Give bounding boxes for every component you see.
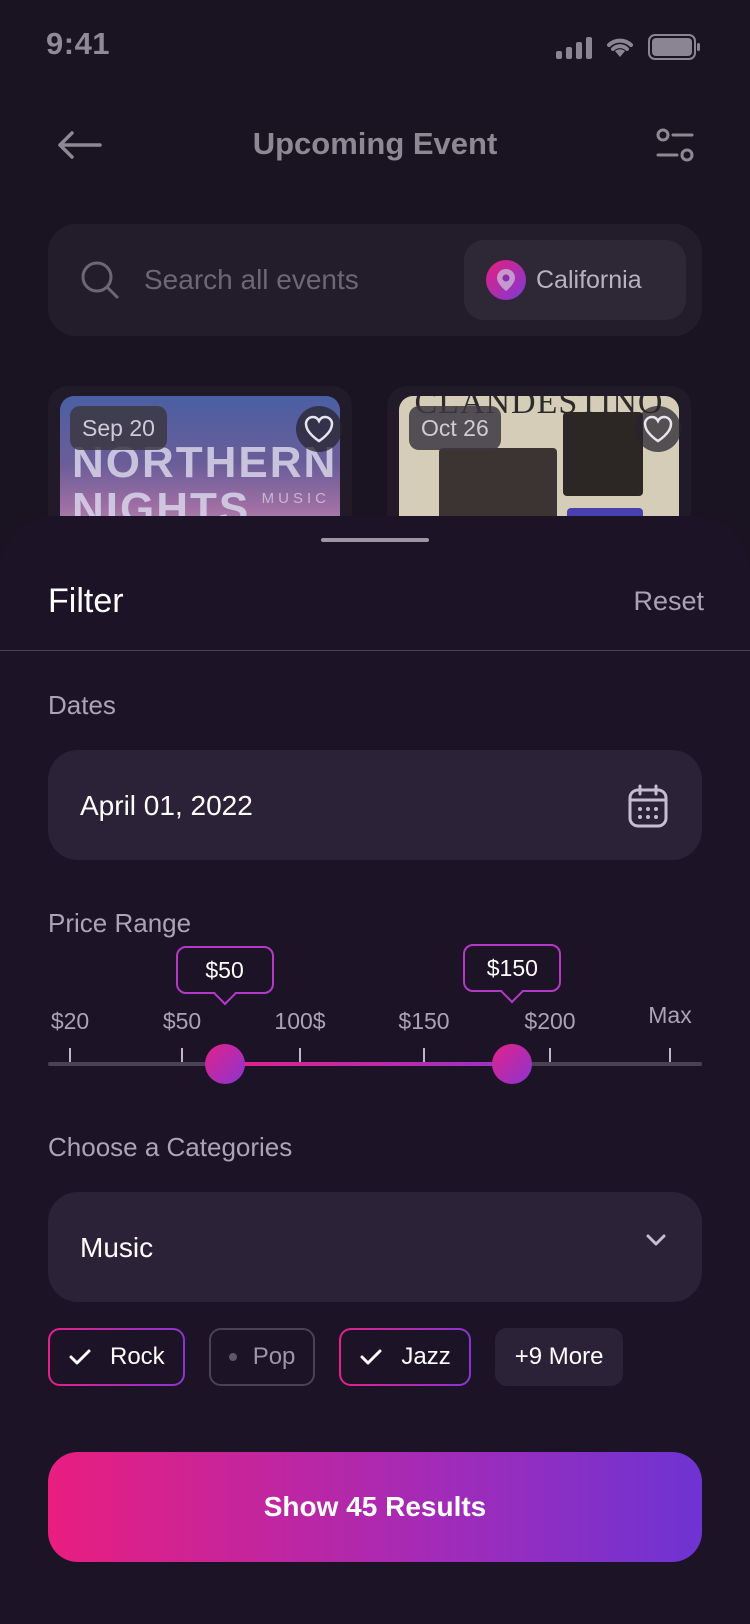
sliders-icon xyxy=(656,128,694,162)
status-bar: 9:41 xyxy=(0,0,750,90)
tick-mark xyxy=(299,1048,301,1062)
tick-mark xyxy=(69,1048,71,1062)
divider xyxy=(0,650,750,651)
heart-icon xyxy=(643,415,673,443)
chevron-down-icon xyxy=(646,1234,666,1246)
chip-jazz[interactable]: Jazz xyxy=(339,1328,470,1386)
show-results-button[interactable]: Show 45 Results xyxy=(48,1452,702,1562)
chip-more[interactable]: +9 More xyxy=(494,1328,624,1386)
filter-settings-button[interactable] xyxy=(650,120,700,170)
wifi-icon xyxy=(607,38,633,57)
tick-label: $150 xyxy=(398,1008,450,1034)
category-value: Music xyxy=(80,1232,154,1263)
chip-pop[interactable]: Pop xyxy=(208,1328,316,1386)
dates-label: Dates xyxy=(48,690,116,720)
chip-label: +9 More xyxy=(514,1343,604,1370)
slider-handle-max[interactable] xyxy=(492,1044,533,1084)
location-pin-icon xyxy=(486,260,526,300)
search-icon xyxy=(81,261,119,299)
location-chip[interactable]: California xyxy=(464,240,686,320)
status-icons xyxy=(556,34,702,60)
reset-button[interactable]: Reset xyxy=(633,586,704,617)
event-date-badge: Sep 20 xyxy=(70,406,167,450)
tick-label: $200 xyxy=(524,1008,576,1034)
date-picker-field[interactable]: April 01, 2022 xyxy=(48,750,702,860)
header: Upcoming Event xyxy=(0,110,750,180)
status-time: 9:41 xyxy=(46,26,111,61)
slider-handle-min[interactable] xyxy=(204,1044,245,1084)
poster-text: MUSIC xyxy=(261,490,330,507)
slider-range-fill xyxy=(224,1062,513,1066)
battery-icon xyxy=(648,34,700,60)
chip-label: Rock xyxy=(110,1343,165,1370)
check-icon xyxy=(69,1349,91,1365)
tick-label: $50 xyxy=(162,1008,202,1034)
cellular-signal-icon xyxy=(556,35,592,59)
high-price-tooltip: $150 xyxy=(463,944,562,992)
search-input[interactable]: Search all events xyxy=(144,264,359,296)
heart-icon xyxy=(304,415,334,443)
page-title: Upcoming Event xyxy=(252,126,498,161)
tick-mark xyxy=(423,1048,425,1062)
tick-label: $20 xyxy=(50,1008,90,1034)
event-date-badge: Oct 26 xyxy=(409,406,501,450)
categories-label: Choose a Categories xyxy=(48,1132,293,1162)
search-bar[interactable]: Search all events California xyxy=(48,224,702,336)
chip-label: Pop xyxy=(252,1343,296,1370)
filter-title: Filter xyxy=(48,582,124,620)
poster-photo xyxy=(563,412,643,496)
tick-mark xyxy=(669,1048,671,1062)
price-range-slider[interactable]: $20 $50 100$ $150 $200 Max $50 $150 xyxy=(48,944,702,1096)
tick-mark xyxy=(181,1048,183,1062)
chip-label: Jazz xyxy=(401,1343,451,1370)
tick-mark xyxy=(549,1048,551,1062)
low-price-tooltip: $50 xyxy=(175,946,274,994)
location-label: California xyxy=(536,265,642,294)
unselected-dot-icon xyxy=(228,1353,237,1361)
date-value: April 01, 2022 xyxy=(80,790,253,821)
check-icon xyxy=(360,1349,382,1365)
favorite-button[interactable] xyxy=(296,406,342,452)
tick-label: Max xyxy=(648,1002,692,1028)
category-dropdown[interactable]: Music xyxy=(48,1192,702,1302)
calendar-icon xyxy=(628,784,668,828)
chip-rock[interactable]: Rock xyxy=(48,1328,185,1386)
filter-sheet: Filter Reset Dates April 01, 2022 Price … xyxy=(0,516,750,1624)
sheet-grabber[interactable] xyxy=(321,538,429,542)
price-range-label: Price Range xyxy=(48,908,192,938)
tick-label: 100$ xyxy=(274,1008,326,1034)
category-chips: Rock Pop Jazz +9 More xyxy=(48,1328,624,1386)
favorite-button[interactable] xyxy=(635,406,681,452)
